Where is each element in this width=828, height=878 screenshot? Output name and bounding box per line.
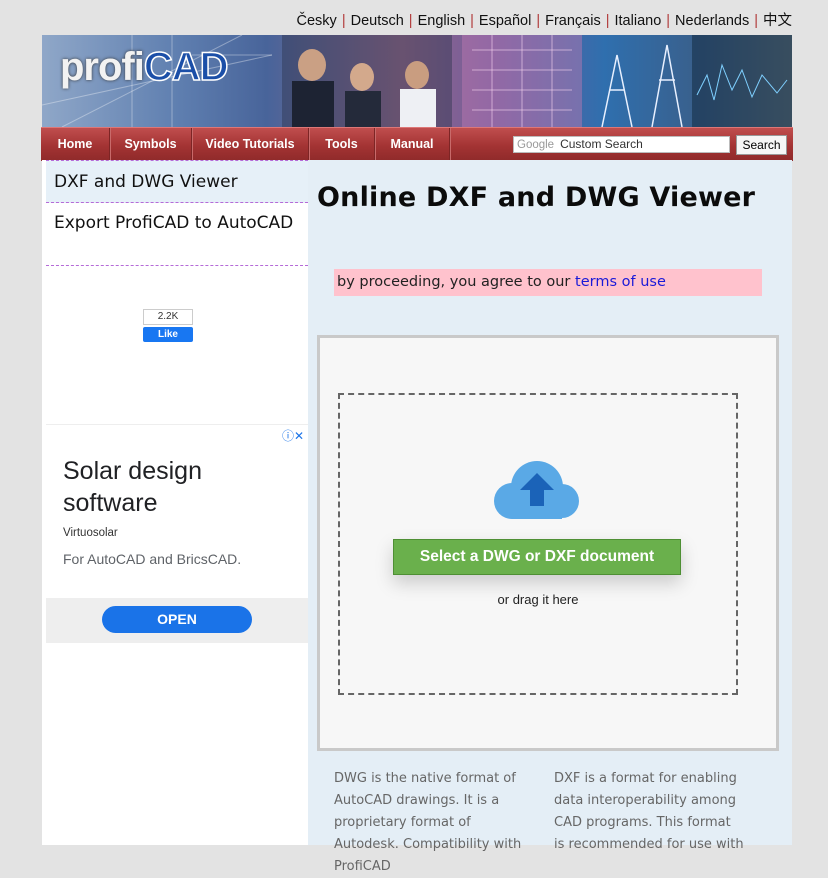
- dxf-description: DXF is a format for enabling data intero…: [554, 771, 744, 852]
- ad-open-button[interactable]: OPEN: [102, 606, 252, 633]
- dwg-description: DWG is the native format of AutoCAD draw…: [334, 771, 522, 874]
- header-banner: profiCAD: [42, 35, 792, 127]
- lang-cesky[interactable]: Česky: [297, 13, 337, 29]
- lang-separator: |: [470, 13, 474, 29]
- sidebar-item-dxf-viewer[interactable]: DXF and DWG Viewer: [46, 160, 308, 203]
- lang-separator: |: [754, 13, 758, 29]
- lang-separator: |: [536, 13, 541, 29]
- nav-tools[interactable]: Tools: [309, 128, 375, 161]
- cloud-upload-icon: [494, 461, 579, 519]
- lang-nederlands[interactable]: Nederlands: [675, 13, 749, 29]
- sidebar: DXF and DWG Viewer Export ProfiCAD to Au…: [46, 160, 308, 845]
- page-content: DXF and DWG Viewer Export ProfiCAD to Au…: [42, 160, 792, 874]
- drag-hint: or drag it here: [497, 592, 579, 607]
- lang-english[interactable]: English: [418, 13, 466, 29]
- terms-of-use-link[interactable]: terms of use: [575, 274, 666, 290]
- lang-separator: |: [408, 13, 413, 29]
- google-brand: Google: [517, 139, 555, 151]
- select-document-button[interactable]: Select a DWG or DXF document: [393, 539, 681, 575]
- nav-video-tutorials[interactable]: Video Tutorials: [192, 128, 309, 161]
- lang-francais[interactable]: Français: [545, 13, 601, 29]
- lang-italiano[interactable]: Italiano: [615, 13, 662, 29]
- ad-choices-icon[interactable]: ⓘ✕: [282, 427, 304, 444]
- search-input[interactable]: Google Custom Search: [513, 136, 730, 153]
- nav-symbols[interactable]: Symbols: [110, 128, 192, 161]
- proficad-logo[interactable]: profiCAD: [60, 46, 229, 88]
- ad-sponsor: Virtuosolar: [63, 527, 118, 539]
- lang-separator: |: [341, 13, 346, 29]
- facebook-like-widget[interactable]: 2.2K Like: [143, 309, 193, 343]
- ad-footer: OPEN: [46, 598, 308, 643]
- page-title: Online DXF and DWG Viewer: [317, 182, 756, 213]
- nav-home[interactable]: Home: [41, 128, 110, 161]
- ad-title[interactable]: Solar design software: [63, 455, 263, 519]
- lang-espanol[interactable]: Español: [479, 13, 531, 29]
- terms-notice: by proceeding, you agree to our terms of…: [334, 269, 762, 296]
- like-button[interactable]: Like: [143, 327, 193, 342]
- language-bar: Česky | Deutsch | English | Español | Français | I…: [297, 9, 792, 30]
- main-content: Online DXF and DWG Viewer by proceeding,…: [308, 160, 792, 874]
- search-placeholder: Custom Search: [560, 137, 643, 151]
- drop-zone[interactable]: Select a DWG or DXF document or drag it …: [338, 393, 738, 695]
- nav-manual[interactable]: Manual: [375, 128, 450, 161]
- main-nav: Home Symbols Video Tutorials Tools Manua…: [41, 127, 793, 161]
- advertisement[interactable]: ⓘ✕ Solar design software Virtuosolar For…: [46, 424, 308, 643]
- notice-text: by proceeding, you agree to our: [337, 274, 576, 290]
- ad-description: For AutoCAD and BricsCAD.: [63, 551, 242, 567]
- lang-separator: |: [605, 13, 610, 29]
- lang-separator: |: [666, 13, 671, 29]
- like-count: 2.2K: [143, 309, 193, 325]
- sidebar-item-export-autocad[interactable]: Export ProfiCAD to AutoCAD: [46, 203, 308, 266]
- lang-deutsch[interactable]: Deutsch: [351, 13, 404, 29]
- lang-chinese[interactable]: 中文: [763, 13, 792, 29]
- search-button[interactable]: Search: [736, 135, 787, 155]
- upload-panel: Select a DWG or DXF document or drag it …: [317, 335, 779, 751]
